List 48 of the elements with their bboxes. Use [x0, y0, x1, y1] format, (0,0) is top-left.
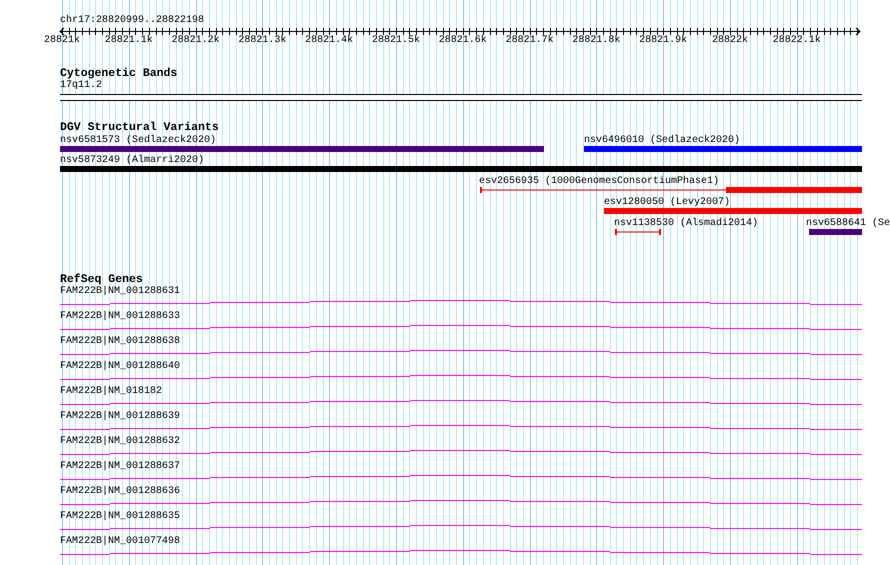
tick-label: 28821.3k	[238, 35, 286, 46]
variant-feature[interactable]	[480, 187, 862, 193]
variant-label: nsv6496010 (Sedlazeck2020)	[584, 135, 740, 147]
gene-line[interactable]	[60, 325, 862, 330]
tick-label: 28821.4k	[305, 35, 354, 46]
gene-line[interactable]	[60, 400, 862, 405]
gene-line[interactable]	[60, 475, 862, 480]
gene-line[interactable]	[60, 350, 862, 355]
track-title: DGV Structural Variants	[60, 122, 219, 134]
variant-label: nsv1138530 (Alsmadi2014)	[614, 218, 758, 230]
gene-label: FAM222B|NM_001077498	[60, 536, 180, 548]
location-text: chr17:28820999..28822198	[60, 15, 204, 27]
track-title: RefSeq Genes	[60, 274, 143, 286]
gene-line[interactable]	[60, 550, 862, 555]
tick-label: 28821.5k	[372, 35, 420, 46]
gene-label: FAM222B|NM_001288632	[60, 436, 180, 448]
gene-label: FAM222B|NM_001288631	[60, 286, 180, 298]
gene-line[interactable]	[60, 525, 862, 530]
tick-label: 28821.9k	[639, 35, 688, 46]
tick-label: 28821.8k	[572, 35, 620, 46]
tick-label: 28821.6k	[438, 35, 487, 46]
variant-feature[interactable]	[615, 229, 661, 235]
gene-label: FAM222B|NM_001288639	[60, 411, 180, 423]
variant-label: nsv6588641 (Se	[806, 218, 890, 230]
tick-label: 28821k	[44, 35, 80, 46]
gene-label: FAM222B|NM_001288637	[60, 461, 180, 473]
gene-label: FAM222B|NM_001288640	[60, 361, 180, 373]
variant-label: nsv6581573 (Sedlazeck2020)	[60, 135, 216, 147]
tick-label: 28821.2k	[172, 35, 220, 46]
tick-label: 28822.1k	[772, 35, 821, 46]
tick-label: 28821.1k	[104, 35, 153, 46]
gene-label: FAM222B|NM_001288633	[60, 311, 180, 323]
gene-line[interactable]	[60, 450, 862, 455]
tick-label: 28822k	[712, 35, 748, 46]
gene-label: FAM222B|NM_001288636	[60, 486, 180, 498]
tick-label: 28821.7k	[506, 35, 554, 46]
gene-line[interactable]	[60, 300, 862, 305]
gene-line[interactable]	[60, 500, 862, 505]
gene-line[interactable]	[60, 425, 862, 430]
gene-label: FAM222B|NM_001288635	[60, 511, 180, 523]
variant-label: esv2656935 (1000GenomesConsortiumPhase1)	[479, 176, 720, 188]
track-title: Cytogenetic Bands	[60, 68, 178, 80]
gene-label: FAM222B|NM_018182	[60, 386, 162, 398]
band-label: 17q11.2	[60, 80, 102, 92]
gene-line[interactable]	[60, 375, 862, 380]
gene-label: FAM222B|NM_001288638	[60, 336, 180, 348]
variant-label: nsv5873249 (Almarri2020)	[60, 155, 204, 167]
variant-label: esv1280050 (Levy2007)	[604, 197, 730, 209]
